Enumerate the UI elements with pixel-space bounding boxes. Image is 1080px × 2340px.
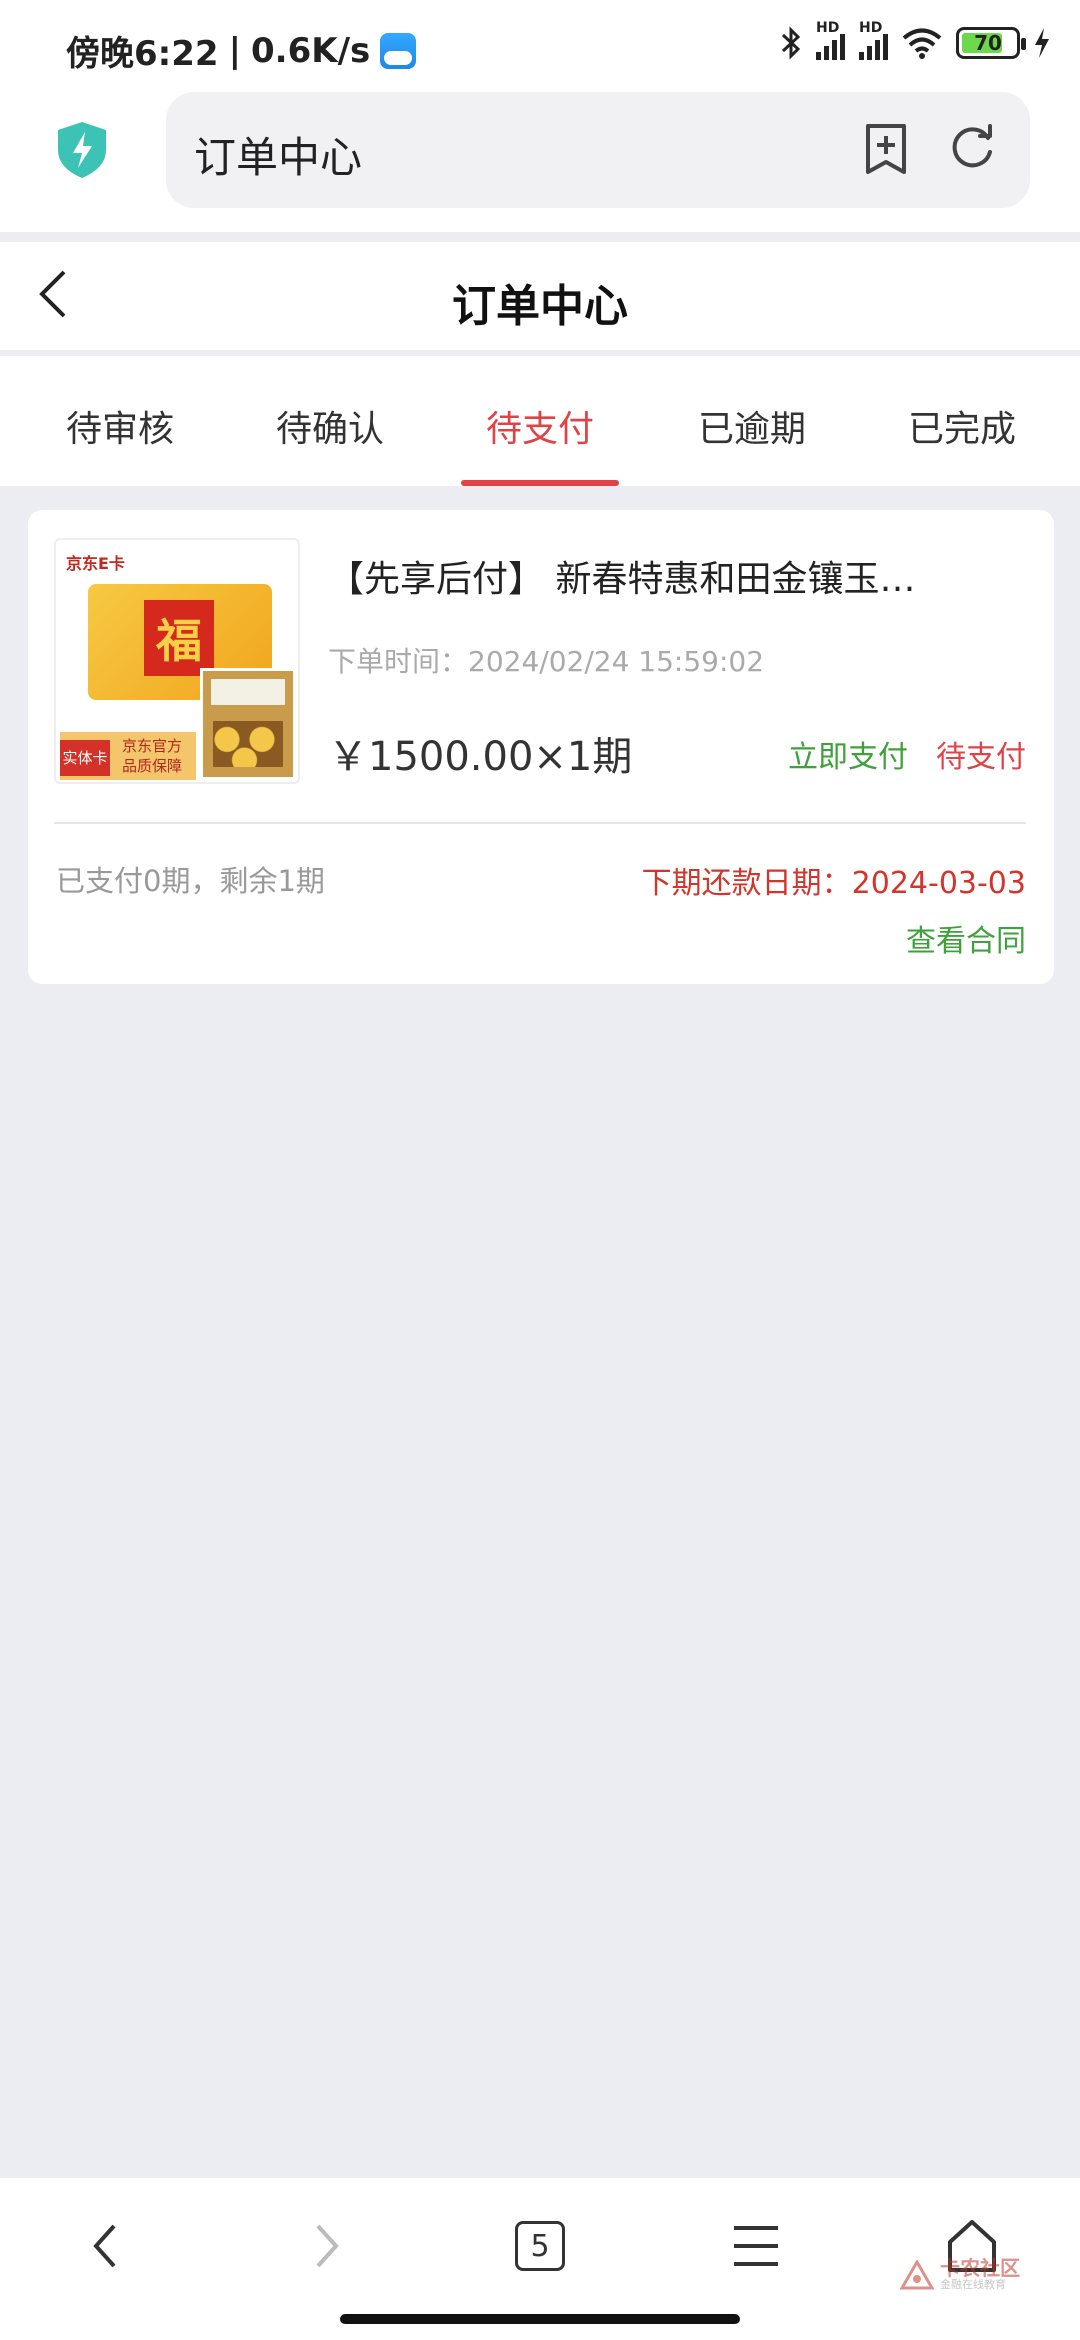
watermark-subtitle: 金融在线教育 [940,2278,1006,2291]
thumb-slogan-line-2: 品质保障 [122,757,183,775]
nav-back-button[interactable] [70,2210,142,2282]
page-header: 订单中心 [0,242,1080,352]
product-thumbnail[interactable]: 京东E卡 福 实体卡 京东官方 品质保障 [54,538,300,784]
view-contract-link[interactable]: 查看合同 [906,916,1026,960]
address-title[interactable]: 订单中心 [194,124,362,185]
tab-pending-payment[interactable]: 待支付 [432,400,648,452]
thumb-slogan: 京东官方 品质保障 [122,736,182,776]
order-card[interactable]: 京东E卡 福 实体卡 京东官方 品质保障 【先享后付】 新春特惠和田金镶玉… 下… [28,510,1054,984]
page-title: 订单中心 [452,281,628,332]
battery-level: 70 [974,31,1002,55]
menu-icon [734,2226,778,2266]
chevron-left-icon [93,2224,116,2268]
add-bookmark-icon[interactable] [862,122,910,176]
gold-jade-photo [200,668,296,780]
address-bar[interactable]: 订单中心 [166,92,1030,208]
watermark-title: 卡农社区 [940,2256,1020,2280]
nav-forward-button[interactable] [290,2210,362,2282]
signal-icon-2: HD [859,20,888,60]
network-label-2: HD [859,20,883,36]
shield-icon[interactable] [54,120,110,180]
fu-character: 福 [144,600,214,676]
watermark: 卡农社区 金融在线教育 [900,2258,1020,2292]
battery-icon: 70 [956,27,1026,59]
weather-icon [380,32,417,69]
card-divider [54,822,1026,824]
status-left: 傍晚6:22 | 0.6K/s [66,26,417,75]
chevron-right-icon [316,2224,339,2268]
tab-completed[interactable]: 已完成 [854,400,1070,452]
home-indicator[interactable] [340,2314,740,2324]
thumb-badge: 实体卡 [60,740,110,776]
watermark-logo-icon [900,2260,934,2290]
product-name[interactable]: 【先享后付】 新春特惠和田金镶玉… [328,550,988,602]
price: ￥1500.00×1期 [328,734,633,780]
network-speed: 0.6K/s [251,30,371,71]
status-separator: | [228,30,241,71]
next-due-date: 下期还款日期：2024-03-03 [641,866,1026,901]
status-bar: 傍晚6:22 | 0.6K/s HD HD 70 [0,0,1080,90]
order-status-tabs: 待审核 待确认 待支付 已逾期 已完成 [0,356,1080,486]
tab-pending-review[interactable]: 待审核 [12,400,228,452]
status-right: HD HD 70 [780,20,1050,60]
charging-icon [1035,28,1049,58]
installment-info: 已支付0期，剩余1期 [56,864,325,898]
pay-now-button[interactable]: 立即支付 [788,732,908,776]
order-time: 下单时间：2024/02/24 15:59:02 [328,645,765,678]
reload-icon[interactable] [946,122,998,174]
network-label-1: HD [816,20,840,36]
menu-button[interactable] [720,2210,792,2282]
bluetooth-icon [781,26,801,60]
thumb-slogan-line-1: 京东官方 [122,737,183,755]
tab-pending-confirm[interactable]: 待确认 [222,400,438,452]
thumb-logo: 京东E卡 [66,554,125,573]
tab-overdue[interactable]: 已逾期 [644,400,860,452]
active-tab-indicator [461,480,619,486]
wifi-icon [902,28,942,59]
tabs-button[interactable]: 5 [504,2210,576,2282]
browser-bottom-nav: 5 卡农社区 金融在线教育 [0,2176,1080,2340]
browser-top: 傍晚6:22 | 0.6K/s HD HD 70 订单中心 [0,0,1080,232]
signal-icon-1: HD [816,20,845,60]
status-time: 傍晚6:22 [66,34,219,74]
tab-count: 5 [515,2221,565,2271]
order-status-badge: 待支付 [936,740,1026,775]
